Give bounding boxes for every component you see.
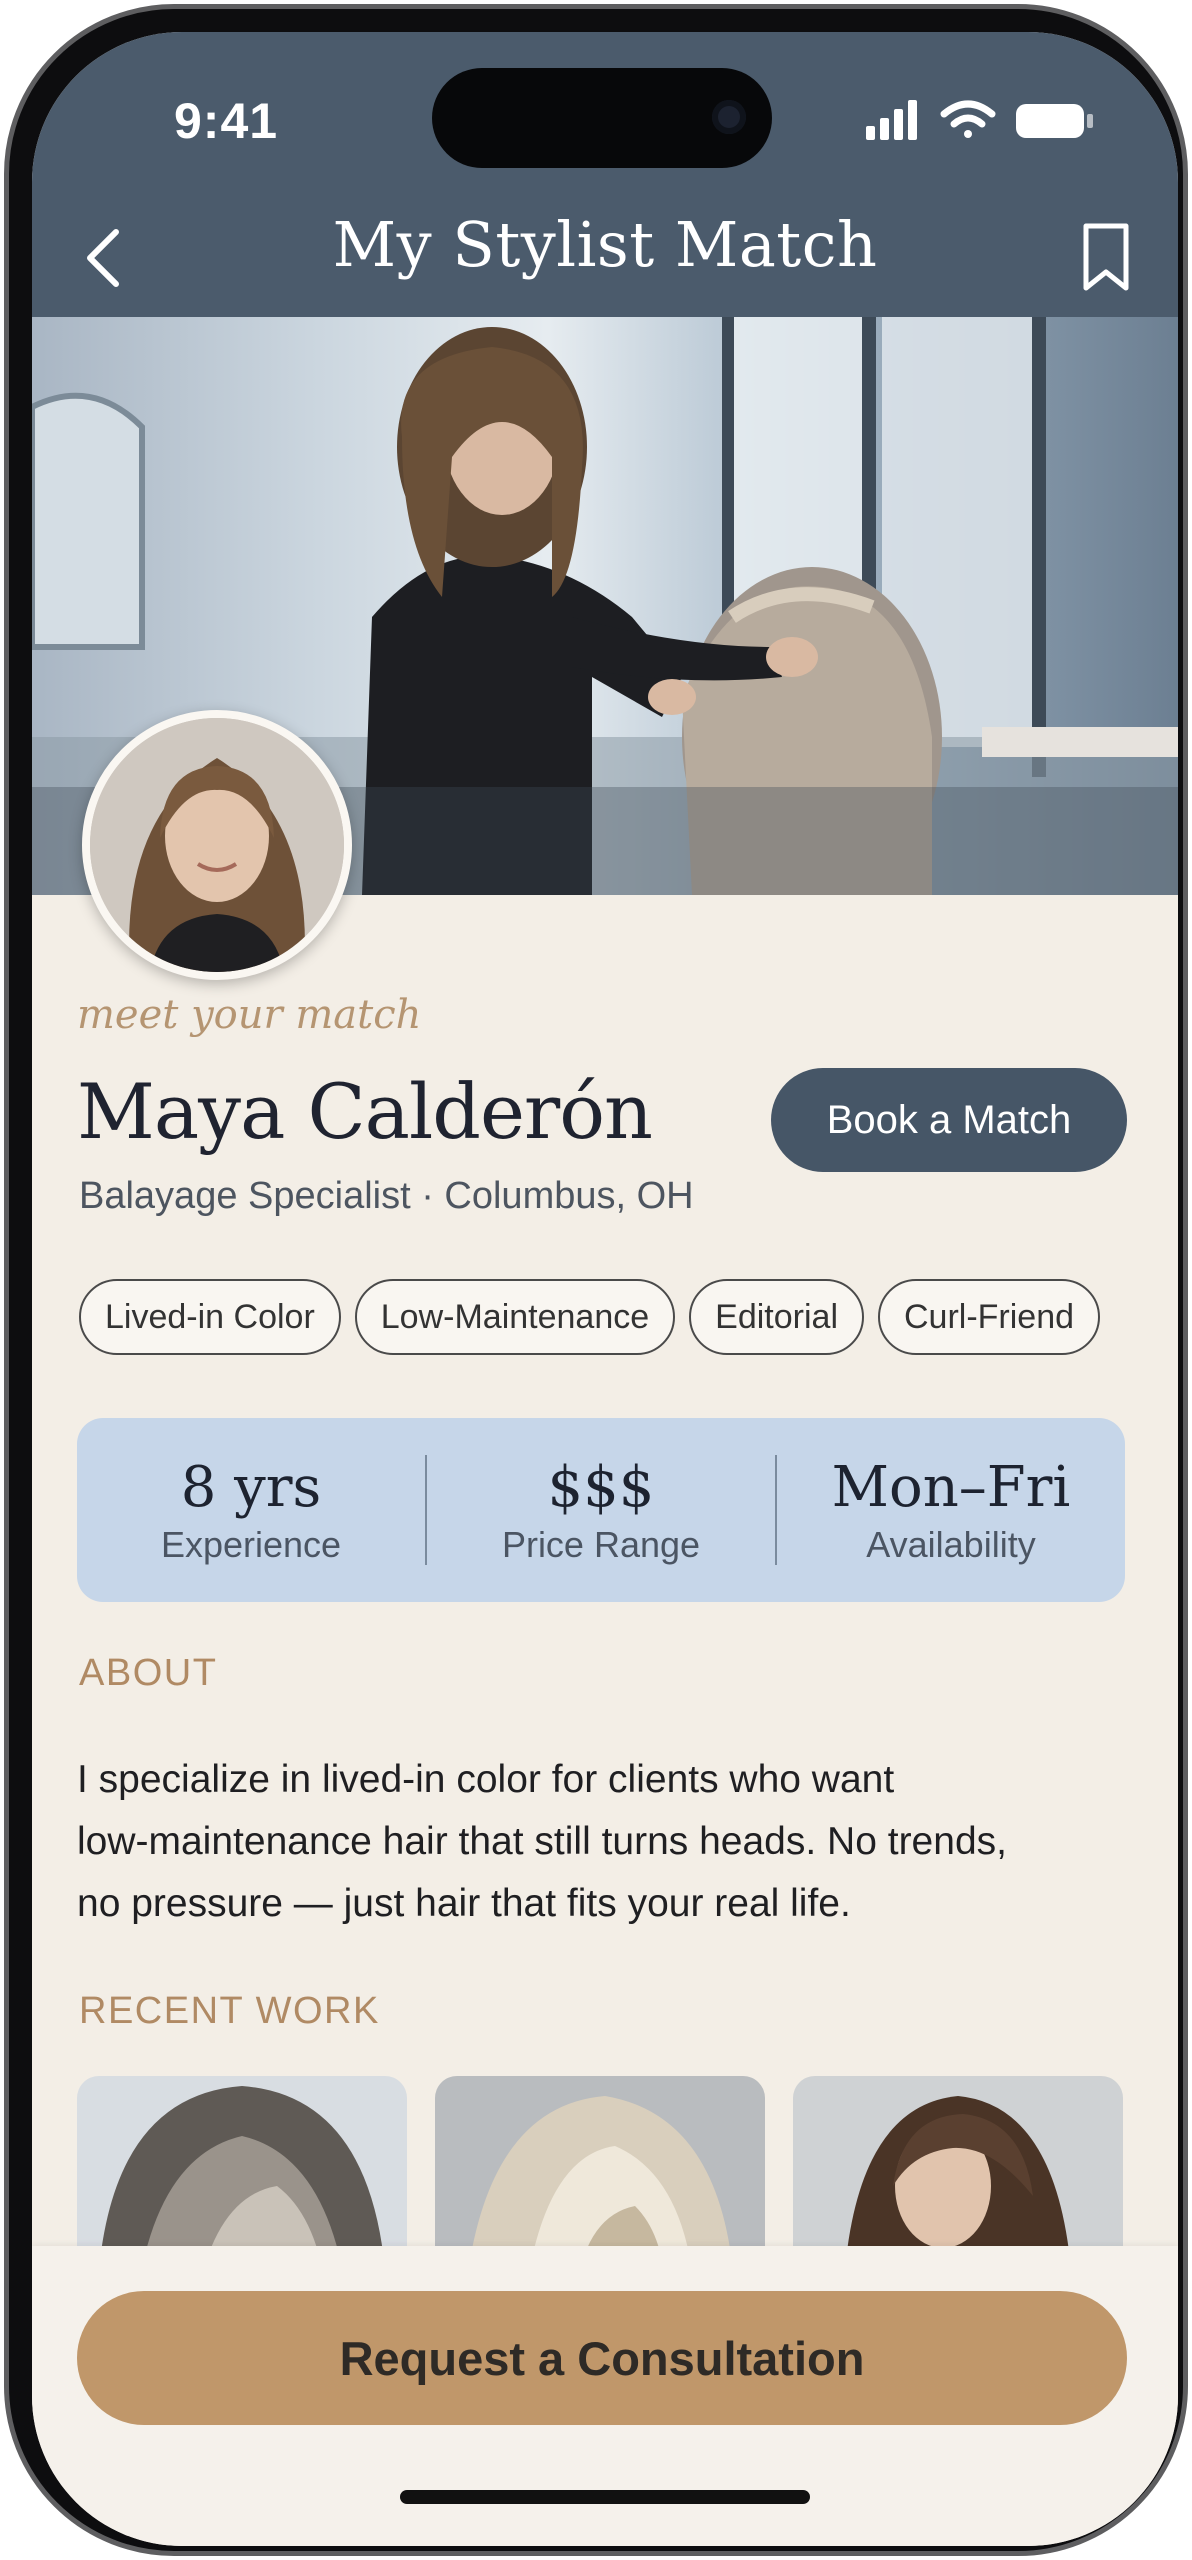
about-text: I specialize in lived-in color for clien… [77, 1749, 1167, 1935]
stat-label: Availability [866, 1523, 1036, 1565]
request-consultation-button[interactable]: Request a Consultation [77, 2291, 1127, 2425]
about-heading: ABOUT [79, 1652, 218, 1694]
stylist-portrait-image [90, 718, 344, 972]
camera-dot [712, 100, 746, 134]
stylist-specialty-location: Balayage Specialist · Columbus, OH [79, 1175, 694, 1217]
stat-value: 8 yrs [180, 1454, 322, 1520]
stat-price-range: $$$ Price Range [427, 1455, 775, 1566]
status-time: 9:41 [174, 93, 279, 149]
stylist-name: Maya Calderón [77, 1067, 653, 1156]
app-screen: 9:41 My Stylist Match meet your match Ma… [32, 32, 1178, 2546]
book-match-button[interactable]: Book a Match [771, 1068, 1127, 1172]
recent-work-heading: RECENT WORK [79, 1990, 380, 2032]
specialty-tags: Lived-in Color Low-Maintenance Editorial Cu… [79, 1279, 1178, 1359]
tag-chip[interactable]: Curl-Friend [878, 1279, 1101, 1355]
home-indicator[interactable] [400, 2490, 810, 2504]
bottom-cta-bar: Request a Consultation [32, 2246, 1178, 2546]
signal-icon [866, 100, 917, 140]
about-line: no pressure — just hair that fits your r… [77, 1882, 851, 1925]
wifi-icon [940, 100, 996, 138]
top-app-bar: 9:41 My Stylist Match [32, 32, 1178, 317]
stats-card: 8 yrs Experience $$$ Price Range Mon–Fri… [77, 1418, 1125, 1602]
tagline: meet your match [77, 992, 422, 1038]
stat-value: Mon–Fri [831, 1454, 1071, 1520]
about-line: I specialize in lived-in color for clien… [77, 1758, 895, 1801]
dynamic-island [432, 68, 772, 168]
stat-availability: Mon–Fri Availability [777, 1455, 1125, 1566]
tag-chip[interactable]: Low-Maintenance [354, 1279, 676, 1355]
bookmark-icon [1083, 223, 1129, 291]
status-icons [866, 98, 1096, 142]
stat-label: Price Range [501, 1523, 701, 1565]
about-line: low-maintenance hair that still turns he… [77, 1820, 1007, 1863]
phone-frame: 9:41 My Stylist Match meet your match Ma… [4, 4, 1188, 2556]
stat-value: $$$ [547, 1454, 655, 1520]
screen-title: My Stylist Match [332, 208, 878, 281]
stylist-avatar[interactable] [82, 710, 352, 980]
stat-experience: 8 yrs Experience [77, 1455, 425, 1566]
bookmark-button[interactable] [1074, 218, 1138, 298]
tag-chip[interactable]: Editorial [689, 1279, 864, 1355]
stat-label: Experience [160, 1523, 342, 1565]
battery-icon [1016, 104, 1093, 138]
tag-chip[interactable]: Lived-in Color [79, 1279, 341, 1355]
